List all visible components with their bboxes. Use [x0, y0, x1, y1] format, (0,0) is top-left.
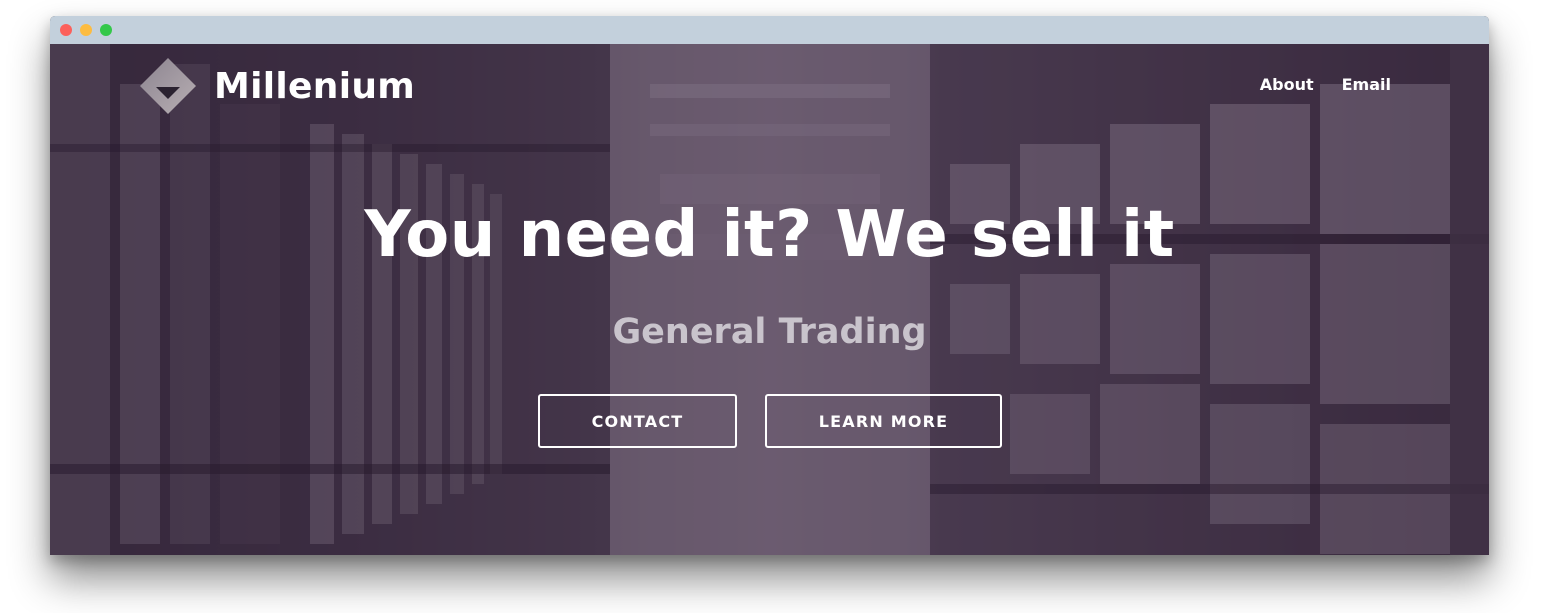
- hero-section: Millenium About Email You need it? We se…: [50, 44, 1489, 555]
- nav-about-link[interactable]: About: [1260, 75, 1314, 94]
- diamond-logo-icon: [140, 58, 196, 114]
- minimize-window-button[interactable]: [80, 24, 92, 36]
- top-nav: About Email: [1260, 75, 1391, 94]
- window-titlebar: [50, 16, 1489, 44]
- maximize-window-button[interactable]: [100, 24, 112, 36]
- hero-headline: You need it? We sell it: [364, 198, 1175, 272]
- contact-button[interactable]: CONTACT: [538, 394, 737, 448]
- learn-more-button[interactable]: LEARN MORE: [765, 394, 1002, 448]
- nav-email-link[interactable]: Email: [1342, 75, 1391, 94]
- hero-overlay: [50, 44, 1489, 555]
- close-window-button[interactable]: [60, 24, 72, 36]
- browser-window: Millenium About Email You need it? We se…: [50, 16, 1489, 555]
- hero-subheadline: General Trading: [612, 312, 927, 352]
- brand-name: Millenium: [214, 65, 416, 107]
- brand-logo[interactable]: Millenium: [138, 56, 415, 116]
